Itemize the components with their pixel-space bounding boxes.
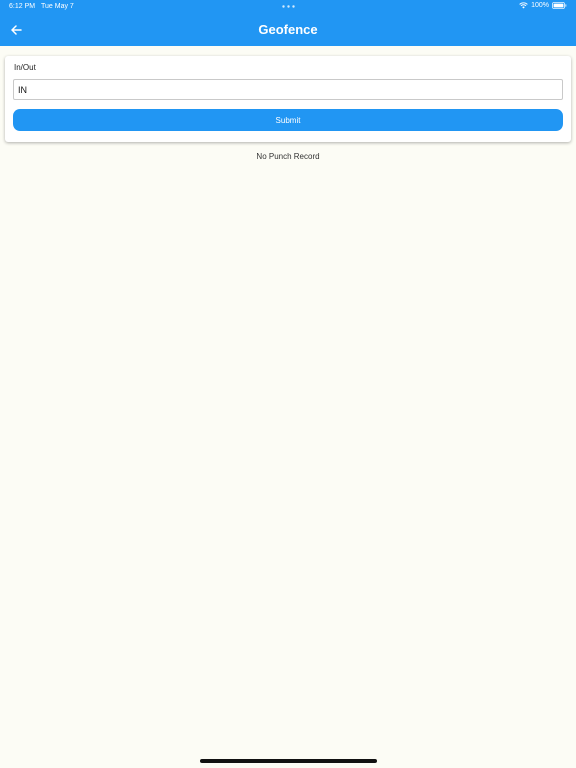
submit-button[interactable]: Submit <box>13 109 563 131</box>
status-indicators: 100% <box>519 2 567 9</box>
in-out-field[interactable] <box>13 79 563 100</box>
app-bar: 6:12 PM Tue May 7 100% Geofence <box>0 0 576 46</box>
home-indicator[interactable] <box>200 759 377 763</box>
status-date: Tue May 7 <box>41 3 74 10</box>
page-title: Geofence <box>258 22 318 37</box>
status-time: 6:12 PM <box>9 3 36 10</box>
wifi-icon <box>519 2 528 9</box>
status-bar: 6:12 PM Tue May 7 100% <box>0 0 576 14</box>
punch-form-card: In/Out Submit <box>5 56 571 142</box>
multitasking-dots-icon <box>282 5 295 8</box>
battery-percent: 100% <box>531 2 549 9</box>
no-punch-record-message: No Punch Record <box>256 152 320 161</box>
in-out-label: In/Out <box>14 63 36 72</box>
battery-icon <box>552 2 567 9</box>
